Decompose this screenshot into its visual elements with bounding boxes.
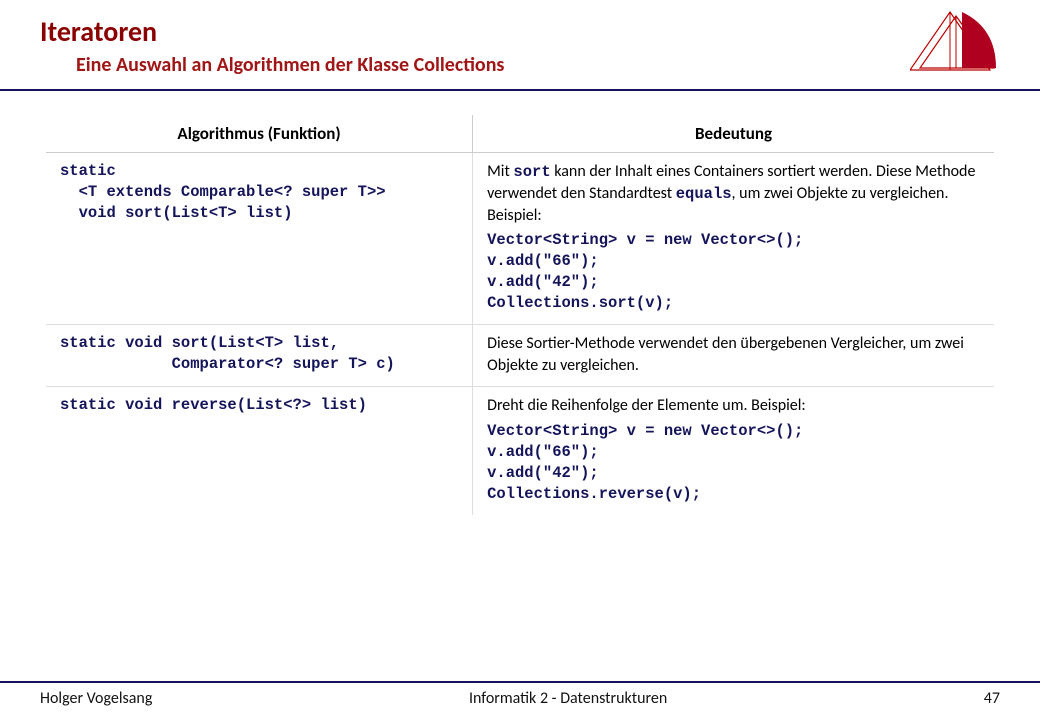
code-example: Vector<String> v = new Vector<>(); v.add… — [487, 230, 982, 314]
table-header-row: Algorithmus (Funktion) Bedeutung — [46, 115, 994, 153]
footer-course: Informatik 2 - Datenstrukturen — [469, 689, 667, 708]
code-example: Vector<String> v = new Vector<>(); v.add… — [487, 421, 982, 505]
keyword-sort: sort — [513, 163, 550, 181]
col-header-function: Algorithmus (Funktion) — [46, 115, 473, 153]
desc-text: Mit — [487, 162, 513, 181]
slide-header: Iteratoren Eine Auswahl an Algorithmen d… — [0, 0, 1040, 77]
slide-subtitle: Eine Auswahl an Algorithmen der Klasse C… — [76, 53, 1000, 77]
slide-title: Iteratoren — [40, 14, 1000, 49]
algorithms-table: Algorithmus (Funktion) Bedeutung static … — [46, 115, 994, 515]
desc-text: Dreht die Reihenfolge der Elemente um. B… — [487, 396, 806, 415]
table-row: static void sort(List<T> list, Comparato… — [46, 325, 994, 387]
footer-rule — [0, 681, 1040, 683]
slide-footer: Holger Vogelsang Informatik 2 - Datenstr… — [0, 681, 1040, 708]
keyword-equals: equals — [676, 185, 732, 203]
footer-page-number: 47 — [984, 689, 1000, 708]
col-header-meaning: Bedeutung — [473, 115, 994, 153]
function-signature: static void reverse(List<?> list) — [60, 395, 460, 416]
function-signature: static void sort(List<T> list, Comparato… — [60, 333, 460, 375]
function-signature: static <T extends Comparable<? super T>>… — [60, 161, 460, 224]
desc-text: Diese Sortier-Methode verwendet den über… — [487, 334, 964, 375]
logo-icon — [910, 8, 1000, 91]
footer-author: Holger Vogelsang — [40, 689, 152, 708]
table-row: static void reverse(List<?> list) Dreht … — [46, 387, 994, 515]
table-row: static <T extends Comparable<? super T>>… — [46, 153, 994, 325]
slide-content: Algorithmus (Funktion) Bedeutung static … — [0, 91, 1040, 515]
